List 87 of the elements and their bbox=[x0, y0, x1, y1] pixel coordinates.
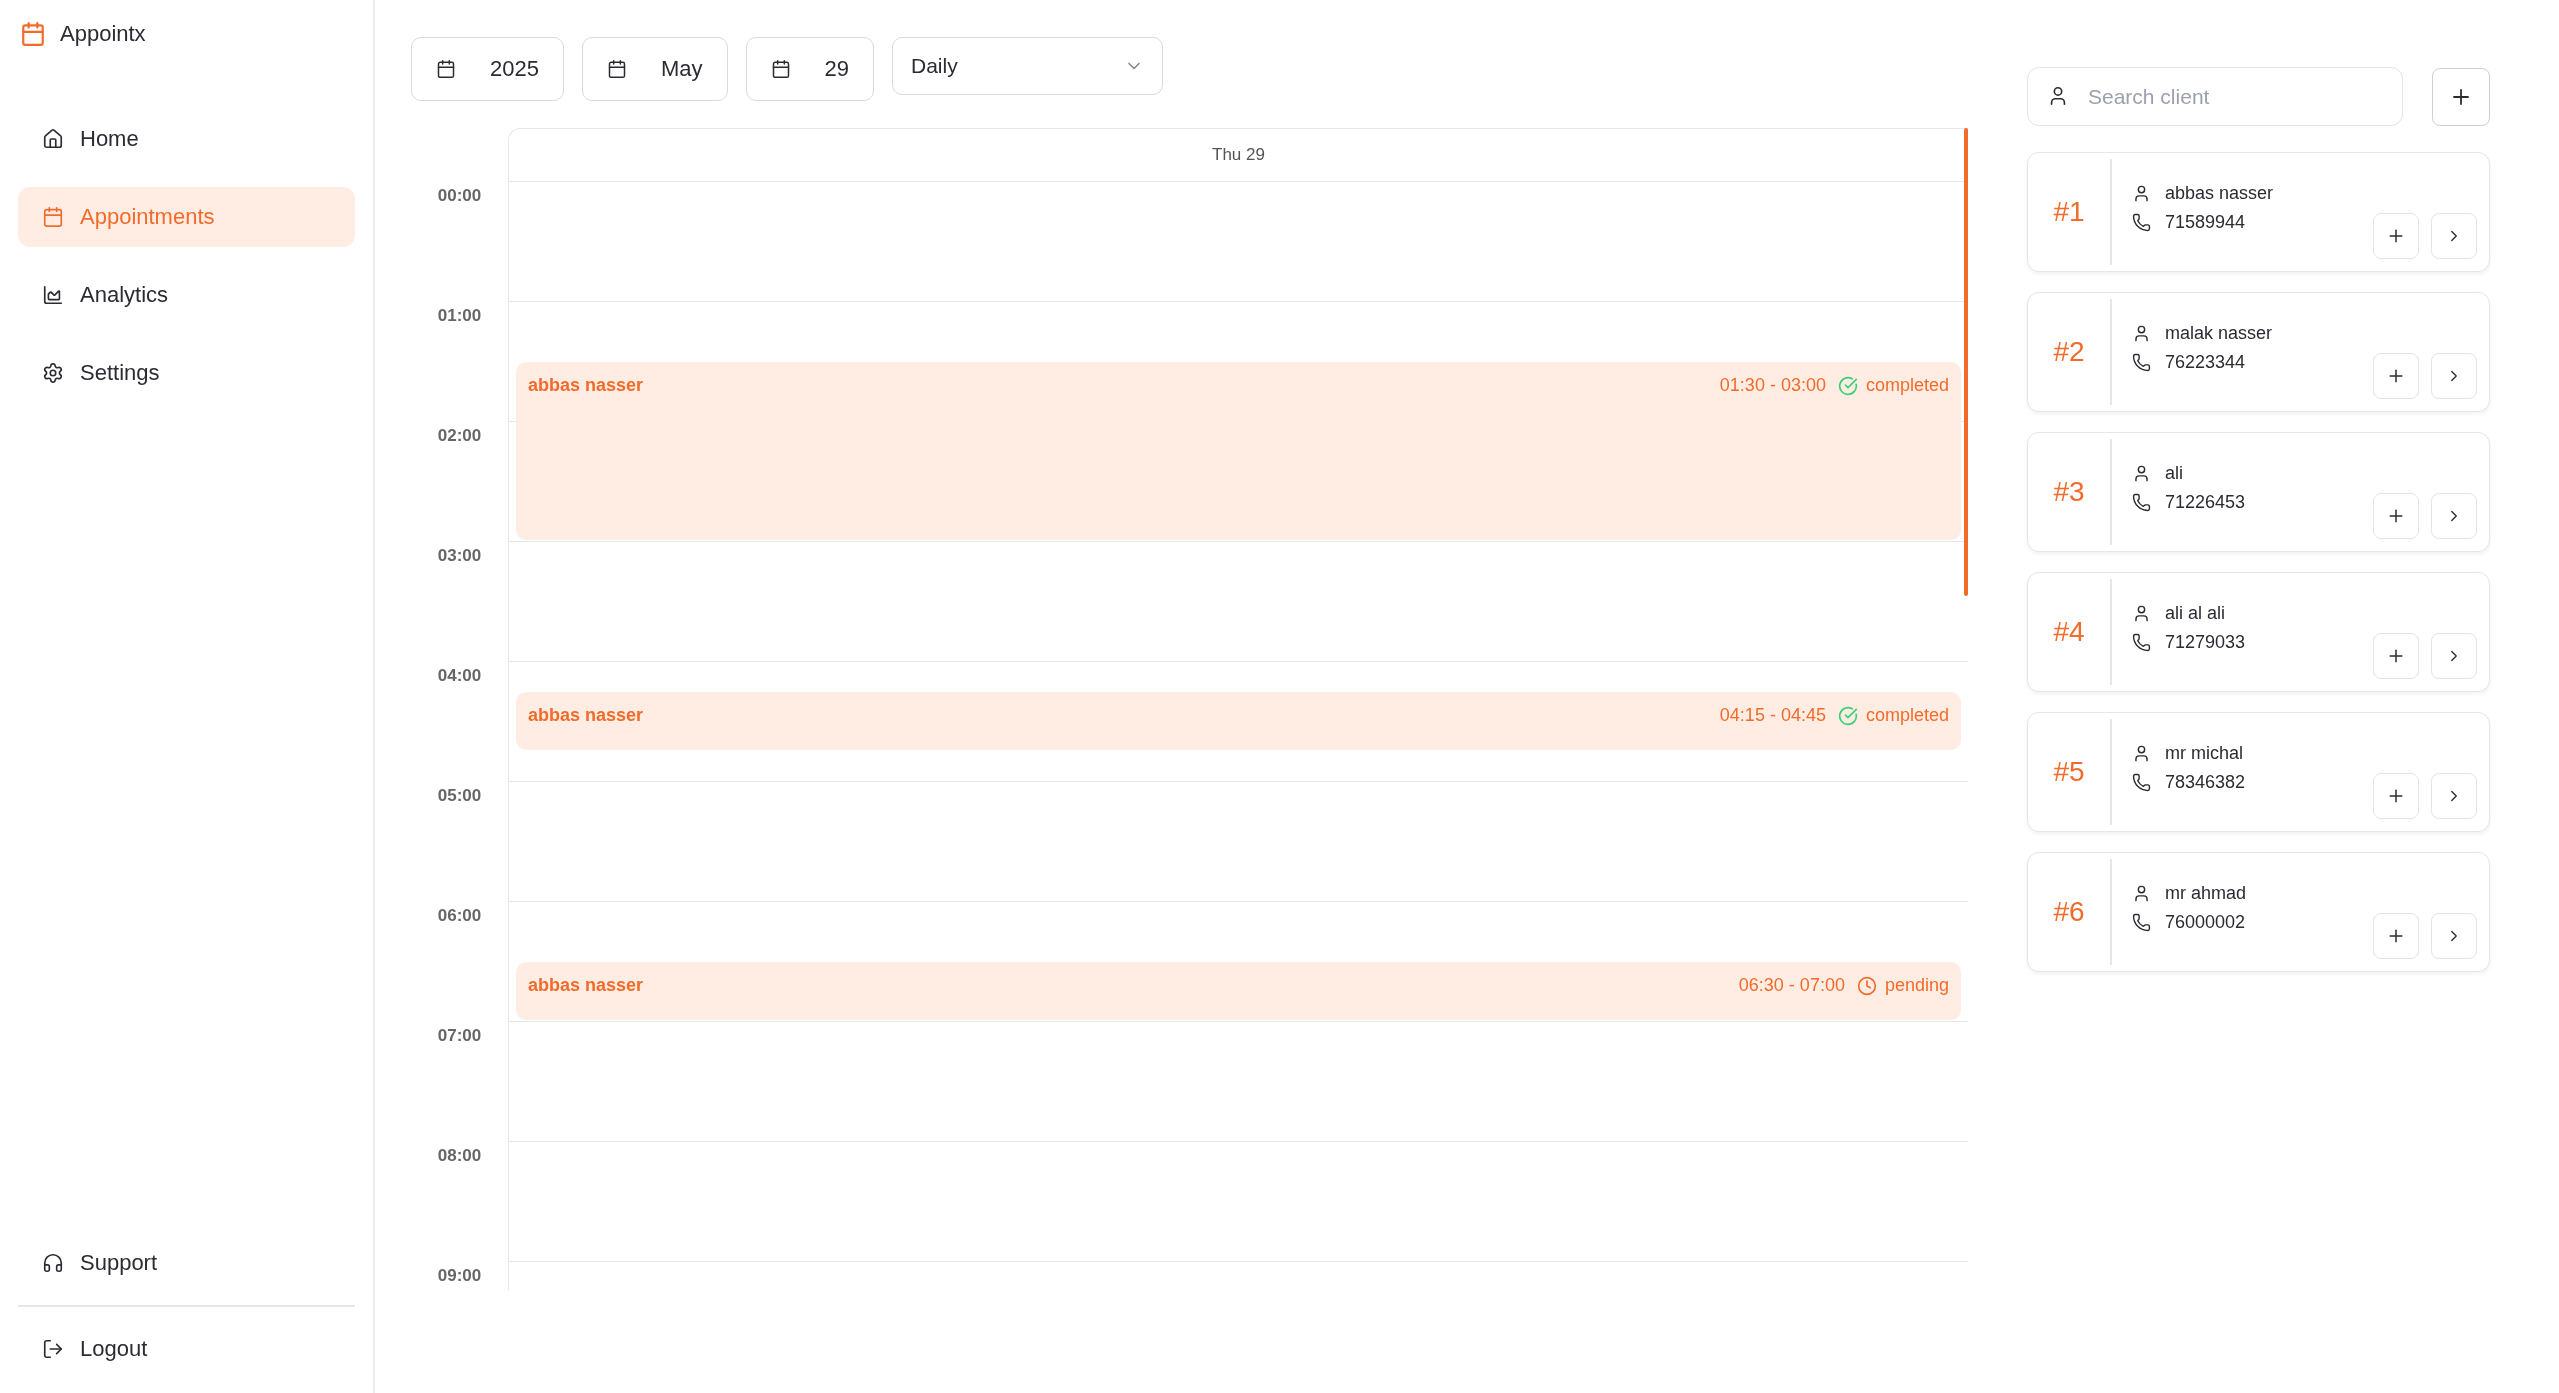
logout-icon bbox=[42, 1338, 64, 1360]
phone-icon bbox=[2132, 213, 2151, 232]
search-field[interactable]: Search client bbox=[2027, 67, 2403, 126]
add-appointment-button[interactable] bbox=[2373, 773, 2419, 819]
date-picker-button[interactable]: 29 bbox=[745, 37, 874, 101]
check-circle-icon bbox=[1837, 375, 1858, 396]
headphones-icon bbox=[42, 1252, 64, 1274]
hour-label: 05:00 bbox=[436, 785, 483, 807]
client-name: abbas nasser bbox=[2165, 183, 2274, 204]
nav-item[interactable]: Support bbox=[18, 1233, 355, 1293]
client-number: #3 bbox=[2028, 439, 2112, 545]
person-icon bbox=[2132, 884, 2151, 903]
nav-item[interactable]: Settings bbox=[18, 343, 355, 403]
appointment-status: completed bbox=[1865, 375, 1949, 396]
appointment-time: 01:30 - 03:00 bbox=[1719, 375, 1826, 396]
client-phone: 71226453 bbox=[2165, 492, 2246, 513]
client-name: mr michal bbox=[2165, 743, 2243, 764]
add-appointment-button[interactable] bbox=[2373, 493, 2419, 539]
add-appointment-button[interactable] bbox=[2373, 913, 2419, 959]
person-icon bbox=[2132, 604, 2151, 623]
client-phone: 71589944 bbox=[2165, 212, 2246, 233]
appointment-time: 06:30 - 07:00 bbox=[1738, 975, 1845, 996]
appointment-time: 04:15 - 04:45 bbox=[1719, 705, 1826, 726]
hour-label: 00:00 bbox=[436, 185, 483, 207]
phone-icon bbox=[2132, 353, 2151, 372]
date-picker-button[interactable]: May bbox=[581, 37, 728, 101]
nav-item[interactable]: Home bbox=[18, 109, 355, 169]
appointment-status: completed bbox=[1865, 705, 1949, 726]
open-client-button[interactable] bbox=[2431, 633, 2477, 679]
client-phone: 71279033 bbox=[2165, 632, 2246, 653]
add-appointment-button[interactable] bbox=[2373, 213, 2419, 259]
hour-label: 01:00 bbox=[436, 305, 483, 327]
client-number: #5 bbox=[2028, 719, 2112, 825]
open-client-button[interactable] bbox=[2431, 353, 2477, 399]
calendar-logo-icon bbox=[20, 21, 46, 47]
add-appointment-button[interactable] bbox=[2373, 353, 2419, 399]
hour-label: 03:00 bbox=[436, 545, 483, 567]
open-client-button[interactable] bbox=[2431, 773, 2477, 819]
add-client-button[interactable] bbox=[2432, 67, 2490, 126]
home-icon bbox=[42, 128, 64, 150]
phone-icon bbox=[2132, 493, 2151, 512]
phone-icon bbox=[2132, 913, 2151, 932]
open-client-button[interactable] bbox=[2431, 213, 2477, 259]
person-icon bbox=[2132, 184, 2151, 203]
client-name: ali al ali bbox=[2165, 603, 2226, 624]
appointment-client: abbas nasser bbox=[528, 705, 644, 726]
check-circle-icon bbox=[1837, 705, 1858, 726]
add-appointment-button[interactable] bbox=[2373, 633, 2419, 679]
chart-icon bbox=[42, 284, 64, 306]
clock-icon bbox=[1856, 975, 1877, 996]
date-picker-button[interactable]: 2025 bbox=[411, 37, 564, 101]
nav-item[interactable]: Logout bbox=[18, 1319, 355, 1379]
nav-item[interactable]: Analytics bbox=[18, 265, 355, 325]
app-name: Appointx bbox=[60, 21, 146, 47]
calendar-icon bbox=[770, 59, 791, 79]
hour-label: 07:00 bbox=[436, 1025, 483, 1047]
client-name: mr ahmad bbox=[2165, 883, 2247, 904]
phone-icon bbox=[2132, 773, 2151, 792]
client-phone: 78346382 bbox=[2165, 772, 2246, 793]
appointment-client: abbas nasser bbox=[528, 375, 644, 396]
client-number: #6 bbox=[2028, 859, 2112, 965]
client-phone: 76223344 bbox=[2165, 352, 2246, 373]
hour-label: 04:00 bbox=[436, 665, 483, 687]
appointment-status: pending bbox=[1884, 975, 1949, 996]
scrollbar[interactable] bbox=[1964, 128, 1968, 596]
client-phone: 76000002 bbox=[2165, 912, 2246, 933]
open-client-button[interactable] bbox=[2431, 493, 2477, 539]
calendar-icon bbox=[436, 59, 456, 79]
client-number: #4 bbox=[2028, 579, 2112, 685]
client-number: #2 bbox=[2028, 299, 2112, 405]
view-select[interactable]: Daily bbox=[892, 37, 1163, 95]
hour-label: 09:00 bbox=[436, 1265, 483, 1287]
hour-label: 02:00 bbox=[436, 425, 483, 447]
person-icon bbox=[2132, 464, 2151, 483]
phone-icon bbox=[2132, 633, 2151, 652]
client-name: malak nasser bbox=[2165, 323, 2273, 344]
calendar-icon bbox=[42, 206, 64, 228]
hour-label: 08:00 bbox=[436, 1145, 483, 1167]
calendar-icon bbox=[606, 59, 627, 79]
client-name: ali bbox=[2165, 463, 2183, 484]
settings-icon bbox=[42, 362, 64, 384]
person-icon bbox=[2132, 744, 2151, 763]
hour-label: 06:00 bbox=[436, 905, 483, 927]
person-icon bbox=[2132, 324, 2151, 343]
client-number: #1 bbox=[2028, 159, 2112, 265]
open-client-button[interactable] bbox=[2431, 913, 2477, 959]
appointment-client: abbas nasser bbox=[528, 975, 644, 996]
